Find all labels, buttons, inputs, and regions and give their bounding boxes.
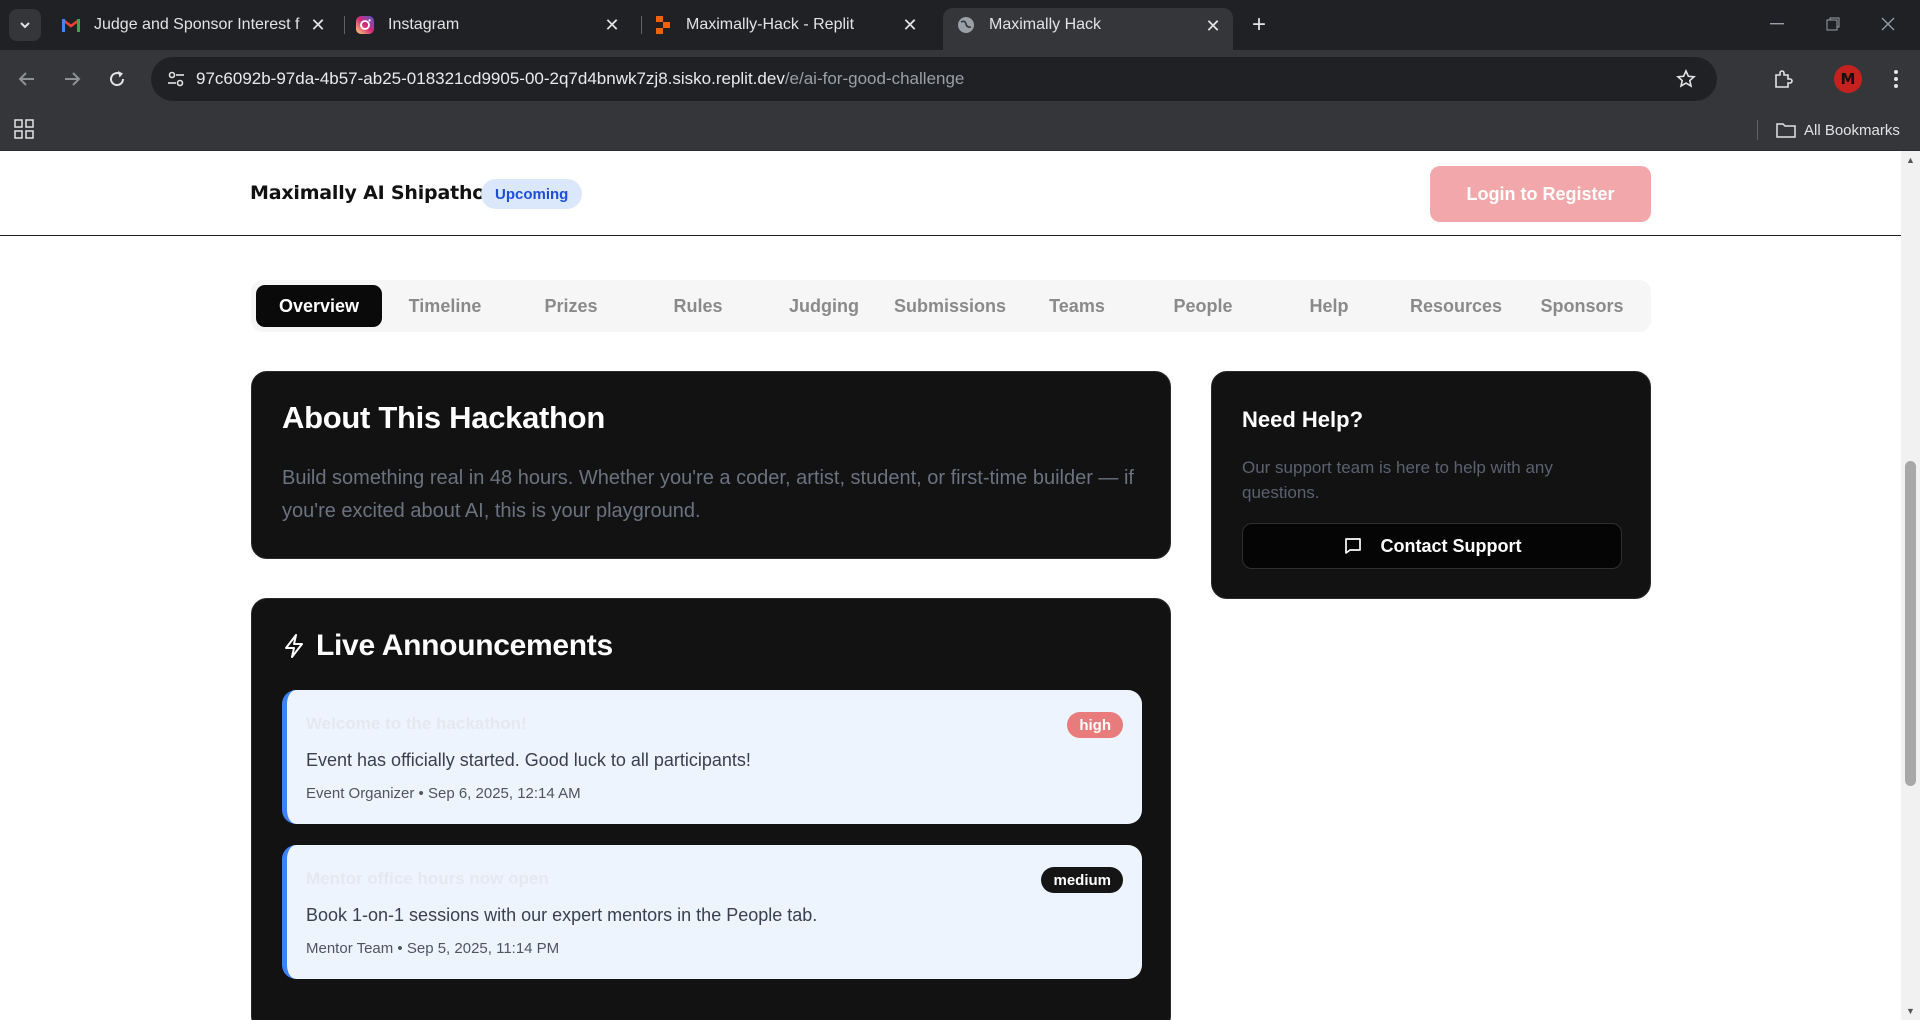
tab-resources[interactable]: Resources <box>1393 285 1519 327</box>
forward-icon[interactable] <box>56 63 88 95</box>
close-tab-icon[interactable]: ✕ <box>1203 16 1223 36</box>
gmail-icon <box>62 16 80 34</box>
login-to-register-button[interactable]: Login to Register <box>1430 166 1651 222</box>
tab-title: Judge and Sponsor Interest for <box>94 16 300 33</box>
browser-tab-replit[interactable]: Maximally-Hack - Replit ✕ <box>640 8 930 42</box>
globe-icon <box>957 16 975 34</box>
status-badge: Upcoming <box>481 179 583 209</box>
extensions-icon[interactable] <box>1767 63 1799 95</box>
help-description: Our support team is here to help with an… <box>1242 458 1553 502</box>
bookmarks-bar: All Bookmarks <box>0 108 1920 151</box>
url-host: 97c6092b-97da-4b57-ab25-018321cd9905-00-… <box>196 69 785 88</box>
priority-badge: high <box>1067 712 1123 738</box>
address-bar[interactable]: 97c6092b-97da-4b57-ab25-018321cd9905-00-… <box>151 57 1717 101</box>
tab-timeline[interactable]: Timeline <box>382 285 508 327</box>
about-description: Build something real in 48 hours. Whethe… <box>282 467 1134 522</box>
tab-title: Maximally-Hack - Replit <box>686 16 855 33</box>
close-tab-icon[interactable]: ✕ <box>602 15 622 35</box>
announcements-card: Live Announcements Welcome to the hackat… <box>251 598 1171 1020</box>
tab-help[interactable]: Help <box>1266 285 1392 327</box>
tab-rules[interactable]: Rules <box>635 285 761 327</box>
tab-sponsors[interactable]: Sponsors <box>1519 285 1645 327</box>
url-path: /e/ai-for-good-challenge <box>784 69 965 88</box>
folder-icon <box>1776 123 1796 138</box>
chevron-down-icon <box>20 22 30 29</box>
lightning-icon <box>285 634 303 658</box>
event-name: Maximally AI Shipathon <box>250 182 499 204</box>
scrollbar-thumb[interactable] <box>1905 461 1916 786</box>
announcement-item: Welcome to the hackathon! high Event has… <box>282 690 1142 824</box>
tab-teams[interactable]: Teams <box>1014 285 1140 327</box>
contact-support-label: Contact Support <box>1380 535 1522 556</box>
page-scrollbar[interactable]: ▲ ▼ <box>1901 151 1920 1020</box>
all-bookmarks-button[interactable]: All Bookmarks <box>1776 118 1900 142</box>
close-tab-icon[interactable]: ✕ <box>308 15 328 35</box>
announcement-body: Book 1-on-1 sessions with our expert men… <box>306 905 818 925</box>
tab-prizes[interactable]: Prizes <box>508 285 634 327</box>
replit-icon <box>654 16 672 34</box>
announcement-meta: Mentor Team • Sep 5, 2025, 11:14 PM <box>306 940 560 957</box>
profile-avatar[interactable]: M <box>1834 65 1862 93</box>
about-title: About This Hackathon <box>282 400 605 435</box>
url-text[interactable]: 97c6092b-97da-4b57-ab25-018321cd9905-00-… <box>196 69 964 89</box>
tab-search-button[interactable] <box>9 9 41 41</box>
announcement-title: Mentor office hours now open <box>306 869 549 888</box>
scroll-up-icon[interactable]: ▲ <box>1905 155 1916 165</box>
site-header: Maximally AI Shipathon Upcoming Login to… <box>0 151 1901 236</box>
all-bookmarks-label: All Bookmarks <box>1804 121 1900 139</box>
tab-overview[interactable]: Overview <box>256 285 382 327</box>
announcement-body: Event has officially started. Good luck … <box>306 750 751 770</box>
browser-tabstrip: Judge and Sponsor Interest for ✕ Instagr… <box>0 0 1920 50</box>
announcement-title: Welcome to the hackathon! <box>306 714 527 733</box>
event-tabs: Overview Timeline Prizes Rules Judging S… <box>251 280 1651 332</box>
back-icon[interactable] <box>11 63 43 95</box>
tab-people[interactable]: People <box>1140 285 1266 327</box>
browser-tab-instagram[interactable]: Instagram ✕ <box>342 8 632 42</box>
close-tab-icon[interactable]: ✕ <box>900 15 920 35</box>
help-card: Need Help? Our support team is here to h… <box>1211 371 1651 599</box>
tab-title: Instagram <box>388 16 460 33</box>
priority-badge: medium <box>1041 867 1123 893</box>
bookmarks-separator <box>1757 120 1758 140</box>
about-card: About This Hackathon Build something rea… <box>251 371 1171 559</box>
tab-title: Maximally Hack <box>989 16 1102 33</box>
tab-submissions[interactable]: Submissions <box>887 285 1013 327</box>
scroll-down-icon[interactable]: ▼ <box>1905 1006 1916 1016</box>
new-tab-button[interactable]: + <box>1245 11 1273 39</box>
announcements-title: Live Announcements <box>316 629 613 662</box>
site-info-icon[interactable] <box>161 64 191 94</box>
page-viewport: Maximally AI Shipathon Upcoming Login to… <box>0 151 1901 1020</box>
browser-tab-gmail[interactable]: Judge and Sponsor Interest for ✕ <box>48 8 338 42</box>
restore-icon[interactable] <box>1821 12 1845 36</box>
reload-icon[interactable] <box>101 63 133 95</box>
contact-support-button[interactable]: Contact Support <box>1242 523 1622 569</box>
minimize-icon[interactable] <box>1765 12 1789 36</box>
browser-tab-maximally[interactable]: Maximally Hack ✕ <box>943 8 1233 50</box>
browser-toolbar: 97c6092b-97da-4b57-ab25-018321cd9905-00-… <box>0 50 1920 108</box>
apps-grid-icon[interactable] <box>12 117 36 141</box>
tab-judging[interactable]: Judging <box>761 285 887 327</box>
bookmark-star-icon[interactable] <box>1673 66 1699 92</box>
announcements-header: Live Announcements <box>282 629 613 663</box>
message-square-icon <box>1344 538 1361 554</box>
help-title: Need Help? <box>1242 407 1364 432</box>
close-window-icon[interactable] <box>1876 12 1900 36</box>
announcement-meta: Event Organizer • Sep 6, 2025, 12:14 AM <box>306 785 581 802</box>
announcement-item: Mentor office hours now open medium Book… <box>282 845 1142 979</box>
kebab-menu-icon[interactable] <box>1880 63 1912 95</box>
instagram-icon <box>356 16 374 34</box>
